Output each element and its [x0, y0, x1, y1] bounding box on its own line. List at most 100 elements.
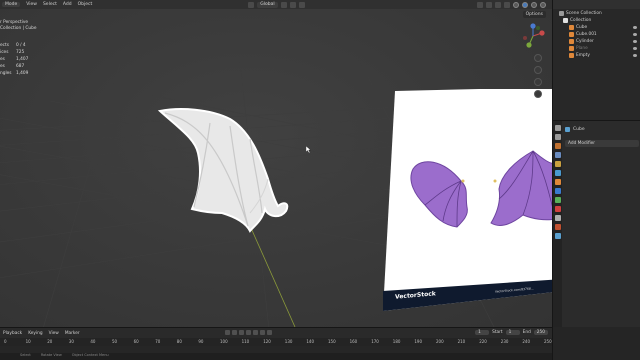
snap-icon[interactable]	[289, 1, 296, 8]
xray-icon[interactable]	[504, 1, 510, 8]
properties-tab-icon[interactable]	[554, 134, 561, 140]
collection-icon	[563, 18, 568, 23]
navigation-gizmo[interactable]	[520, 23, 546, 49]
active-collection: Collection | Cube	[0, 26, 37, 32]
scene-statistics: ects 0 / 4 ices 725 es 1,407 es 687 ngles 1,4…	[0, 42, 28, 77]
record-icon[interactable]	[225, 330, 230, 335]
object-icon	[569, 53, 574, 58]
rendered-shading-icon[interactable]	[540, 1, 546, 8]
transform-orientation[interactable]: Global	[257, 1, 278, 8]
jump-start-icon[interactable]	[232, 330, 237, 335]
solid-shading-icon[interactable]	[522, 1, 528, 8]
wing-mesh[interactable]	[150, 101, 295, 236]
3d-viewport[interactable]: VectorStock VectorStock.com/83768... r P…	[0, 9, 552, 327]
pivot-icon[interactable]	[280, 1, 287, 8]
outliner-tree: Scene Collection Collection Cube Cube.001 Cy…	[553, 9, 640, 59]
stat-row: ices 725	[0, 50, 25, 55]
frame-tick-label: 20	[47, 339, 53, 344]
frame-tick-label: 220	[479, 339, 487, 344]
wireframe-shading-icon[interactable]	[513, 1, 519, 8]
properties-tab-icon[interactable]	[554, 143, 561, 149]
menu-select[interactable]: Select	[43, 2, 57, 7]
mouse-cursor-icon	[306, 146, 311, 153]
visibility-icon[interactable]	[477, 1, 483, 8]
zoom-icon[interactable]	[534, 54, 542, 62]
object-icon	[569, 32, 574, 37]
eye-icon[interactable]	[633, 54, 637, 57]
eye-icon[interactable]	[633, 47, 637, 50]
eye-icon[interactable]	[633, 40, 637, 43]
object-name-row: Cube	[565, 127, 585, 132]
frame-tick-label: 10	[25, 339, 31, 344]
properties-tab-icon[interactable]	[554, 161, 561, 167]
camera-view-icon[interactable]	[534, 78, 542, 86]
outliner-item-label: Scene Collection	[566, 11, 602, 16]
stat-row: ects 0 / 4	[0, 43, 26, 48]
wrench-icon	[565, 127, 570, 132]
frame-tick-label: 40	[90, 339, 96, 344]
mode-selector[interactable]: Mode	[2, 2, 21, 7]
timeline-menu-marker[interactable]: Marker	[65, 331, 80, 336]
add-modifier-button[interactable]: Add Modifier	[565, 140, 639, 147]
ortho-toggle-icon[interactable]	[534, 90, 542, 98]
outliner-item-label: Empty	[576, 53, 590, 58]
frame-tick-label: 30	[68, 339, 74, 344]
play-icon[interactable]	[253, 330, 258, 335]
reference-image-plane[interactable]	[383, 89, 552, 315]
properties-tab-icon[interactable]	[554, 206, 561, 212]
properties-tab-icon[interactable]	[554, 188, 561, 194]
proportional-edit-icon[interactable]	[298, 1, 305, 8]
playback-controls	[225, 330, 272, 335]
frame-tick-label: 60	[133, 339, 139, 344]
status-select: Select	[20, 353, 31, 357]
timeline-menu-playback[interactable]: Playback	[3, 331, 22, 336]
play-reverse-icon[interactable]	[246, 330, 251, 335]
timeline-menu-keying[interactable]: Keying	[28, 331, 42, 336]
overlay-icon[interactable]	[495, 1, 501, 8]
outliner-item[interactable]: Empty	[555, 52, 640, 59]
start-frame-field[interactable]: 1	[505, 330, 520, 335]
end-frame-field[interactable]: 250	[533, 330, 548, 335]
current-frame-field[interactable]: 1	[475, 330, 490, 335]
transform-tools: Global	[248, 1, 305, 8]
orientation-icon[interactable]	[248, 1, 255, 8]
outliner-item[interactable]: Cube.001	[555, 31, 640, 38]
outliner-item[interactable]: Cube	[555, 24, 640, 31]
properties-tab-icon[interactable]	[554, 215, 561, 221]
menu-object[interactable]: Object	[78, 2, 93, 7]
options-dropdown[interactable]: Options	[522, 11, 546, 18]
gizmo-toggle-icon[interactable]	[486, 1, 492, 8]
properties-tab-icon[interactable]	[554, 197, 561, 203]
outliner-item[interactable]: Collection	[555, 17, 640, 24]
properties-tab-icon[interactable]	[554, 152, 561, 158]
outliner-item[interactable]: Cylinder	[555, 38, 640, 45]
outliner-item[interactable]: Scene Collection	[555, 10, 640, 17]
prev-key-icon[interactable]	[239, 330, 244, 335]
properties-tabs	[553, 121, 562, 327]
properties-tab-icon[interactable]	[554, 125, 561, 131]
end-label: End	[522, 330, 531, 335]
menu-view[interactable]: View	[26, 2, 37, 7]
properties-tab-icon[interactable]	[554, 170, 561, 176]
properties-tab-icon[interactable]	[554, 233, 561, 239]
frame-tick-label: 240	[522, 339, 531, 344]
frame-tick-label: 0	[4, 339, 7, 344]
outliner-header	[553, 0, 640, 9]
frame-tick-label: 70	[155, 339, 161, 344]
side-status-area	[552, 327, 640, 360]
eye-icon[interactable]	[633, 26, 637, 29]
frame-ruler[interactable]: 0 10 20 30 40 50 60 70 80 90 100 110 120 130 140 150 160…	[0, 338, 552, 346]
eye-icon[interactable]	[633, 33, 637, 36]
menu-add[interactable]: Add	[63, 2, 72, 7]
pan-hand-icon[interactable]	[534, 66, 542, 74]
frame-tick-label: 80	[176, 339, 182, 344]
jump-end-icon[interactable]	[267, 330, 272, 335]
outliner-item[interactable]: Plane	[555, 45, 640, 52]
object-icon	[569, 46, 574, 51]
timeline-menu-view[interactable]: View	[49, 331, 59, 336]
viewport-nav-buttons	[534, 54, 542, 98]
material-shading-icon[interactable]	[531, 1, 537, 8]
properties-tab-icon[interactable]	[554, 179, 561, 185]
properties-tab-icon[interactable]	[554, 224, 561, 230]
next-key-icon[interactable]	[260, 330, 265, 335]
